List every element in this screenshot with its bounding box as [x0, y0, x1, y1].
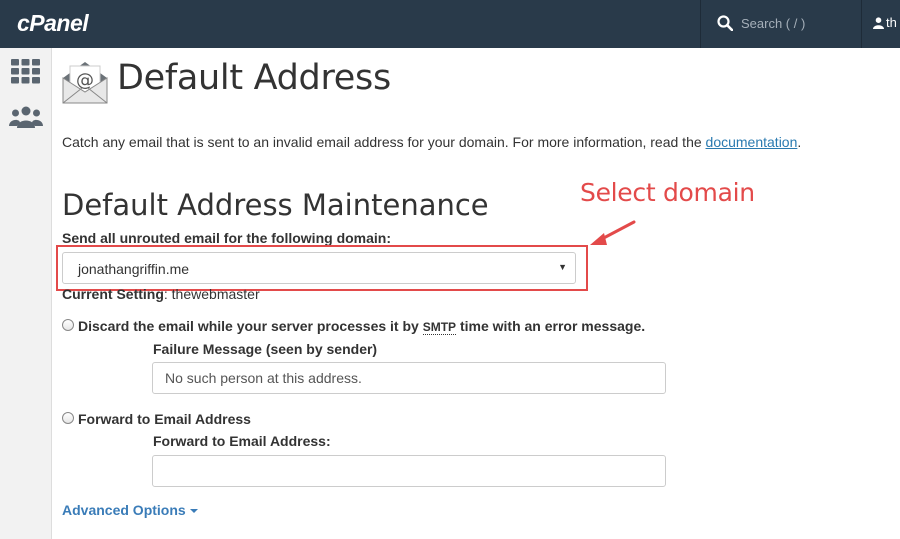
discard-radio-label[interactable]: Discard the email while your server proc…: [78, 318, 646, 335]
current-setting-value: : thewebmaster: [163, 286, 260, 302]
search-input[interactable]: Search ( / ): [741, 16, 805, 31]
page-title: Default Address: [117, 58, 391, 98]
caret-down-icon: [189, 509, 198, 513]
user-icon: [873, 17, 884, 29]
annotation-label: Select domain: [580, 178, 755, 207]
forward-radio[interactable]: [62, 412, 74, 424]
discard-label-pre: Discard the email while your server proc…: [78, 318, 423, 334]
sidebar: [0, 48, 52, 539]
failure-message-label: Failure Message (seen by sender): [153, 341, 378, 357]
domain-select-value: jonathangriffin.me: [78, 261, 190, 277]
documentation-link[interactable]: documentation: [706, 134, 798, 150]
cpanel-logo[interactable]: cPanel: [17, 10, 89, 37]
failure-message-input[interactable]: No such person at this address.: [152, 362, 666, 394]
domain-label: Send all unrouted email for the followin…: [62, 230, 392, 246]
intro-text: Catch any email that is sent to an inval…: [62, 134, 801, 150]
intro-body: Catch any email that is sent to an inval…: [62, 134, 706, 150]
advanced-options-label: Advanced Options: [62, 502, 186, 518]
email-envelope-icon: @: [62, 62, 108, 104]
user-menu[interactable]: th: [873, 15, 897, 30]
failure-message-value: No such person at this address.: [165, 370, 362, 386]
grid-icon[interactable]: [11, 59, 40, 84]
forward-radio-label[interactable]: Forward to Email Address: [78, 411, 251, 427]
search-box[interactable]: Search ( / ): [700, 0, 862, 48]
top-navbar: cPanel Search ( / ) th: [0, 0, 900, 48]
current-setting: Current Setting: thewebmaster: [62, 286, 260, 302]
users-icon[interactable]: [9, 106, 43, 128]
intro-end: .: [797, 134, 802, 150]
advanced-options-toggle[interactable]: Advanced Options: [62, 502, 198, 518]
discard-radio[interactable]: [62, 319, 74, 331]
discard-label-post: time with an error message.: [456, 318, 646, 334]
current-setting-label: Current Setting: [62, 286, 164, 302]
forward-email-input[interactable]: [152, 455, 666, 487]
domain-select[interactable]: jonathangriffin.me ▼: [62, 252, 576, 284]
caret-down-icon: ▼: [558, 262, 567, 272]
annotation-arrow-icon: [590, 220, 636, 245]
user-name: th: [886, 15, 897, 30]
smtp-abbr: SMTP: [422, 320, 457, 335]
forward-field-label: Forward to Email Address:: [153, 433, 331, 449]
search-icon: [717, 15, 733, 31]
section-title: Default Address Maintenance: [62, 188, 489, 222]
